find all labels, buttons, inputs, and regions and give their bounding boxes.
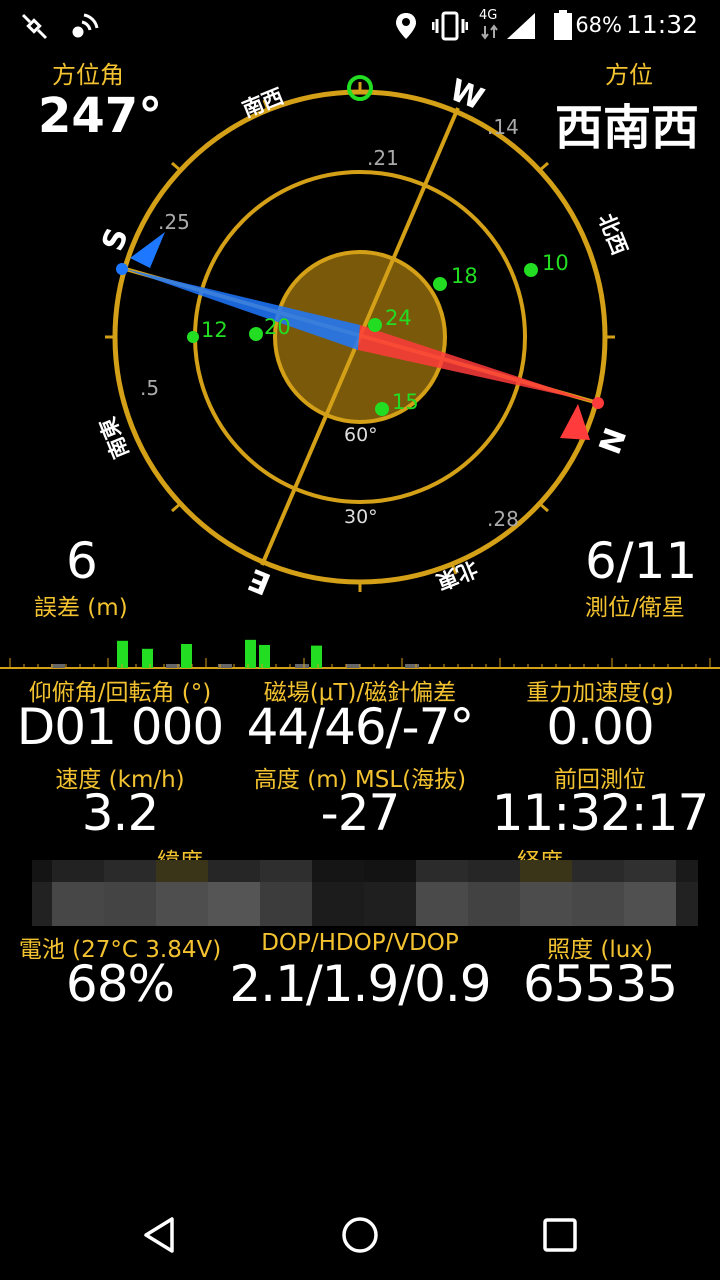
intercardinal-nw: 北西 — [594, 210, 632, 258]
north-arrowhead — [560, 404, 590, 440]
satellite-icon — [21, 13, 48, 40]
metric-value-speed: 3.2 — [81, 784, 160, 842]
satellite-dot — [433, 277, 447, 291]
metric-value-battery: 68% — [65, 955, 175, 1013]
satellite-id: 24 — [385, 306, 412, 330]
satellite-id: 10 — [542, 251, 569, 275]
satellite-20[interactable]: 20 — [249, 315, 291, 341]
fix-label: 測位/衛星 — [585, 595, 685, 621]
signal-bar-empty — [295, 664, 309, 668]
satellite-id: 20 — [264, 315, 291, 339]
accuracy-label: 誤差 (m) — [34, 595, 128, 621]
recents-button-icon[interactable] — [542, 1217, 578, 1253]
bearing-marker: .5 — [140, 376, 159, 400]
metric-value-magnetic: 44/46/-7° — [246, 698, 475, 756]
gps-signal-icon — [72, 13, 99, 38]
bearing-marker: .25 — [158, 210, 190, 234]
metric-value-orientation: D01 000 — [16, 698, 224, 756]
satellite-12[interactable]: 12 — [187, 318, 228, 343]
signal-bar — [142, 648, 153, 668]
metric-value-gravity: 0.00 — [546, 698, 654, 756]
satellite-dot — [524, 263, 538, 277]
intercardinal-sw: 南西 — [239, 84, 287, 122]
satellite-dot — [249, 327, 263, 341]
satellite-10[interactable]: 10 — [524, 251, 569, 277]
south-dot — [116, 263, 128, 275]
data-arrows-icon — [481, 24, 498, 40]
metric-value-altitude: -27 — [320, 784, 401, 842]
location-pin-icon — [396, 13, 416, 39]
fix-value: 6/11 — [585, 532, 698, 590]
signal-bar — [311, 645, 322, 668]
satellite-18[interactable]: 18 — [433, 264, 478, 291]
battery-icon — [554, 10, 572, 40]
satellite-dot — [375, 402, 389, 416]
satellite-dot — [187, 331, 199, 343]
north-dot — [592, 397, 604, 409]
vibrate-icon — [432, 11, 468, 41]
bearing-marker: .21 — [367, 146, 399, 170]
accuracy-value: 6 — [66, 532, 98, 590]
back-button-icon[interactable] — [140, 1215, 180, 1255]
signal-bar-empty — [405, 664, 419, 668]
signal-bar-empty — [51, 664, 65, 668]
elevation-label-30: 30° — [344, 506, 378, 528]
cardinal-s: S — [96, 223, 136, 255]
elevation-label-60: 60° — [344, 424, 378, 446]
signal-bar — [181, 644, 192, 668]
battery-percent: 68% — [575, 13, 622, 37]
satellite-id: 18 — [451, 264, 478, 288]
signal-bar-empty — [346, 664, 360, 668]
satellite-id: 15 — [392, 390, 419, 414]
metric-value-dop: 2.1/1.9/0.9 — [229, 955, 491, 1013]
navigation-bar — [0, 1184, 720, 1280]
signal-bar — [259, 644, 270, 668]
network-type: 4G — [479, 8, 498, 23]
metric-label-dop: DOP/HDOP/VDOP — [261, 930, 459, 956]
signal-strength-chart — [0, 639, 720, 669]
coordinates-redacted — [32, 860, 698, 926]
metric-value-illuminance: 65535 — [522, 955, 678, 1013]
bearing-marker: .14 — [487, 115, 519, 139]
signal-bar — [245, 639, 256, 668]
cardinal-e: E — [244, 561, 276, 601]
cardinal-n: N — [590, 422, 631, 458]
satellite-dot — [368, 318, 382, 332]
bearing-marker: .28 — [487, 507, 519, 531]
status-bar: 4G 68% 11:32 — [0, 0, 720, 52]
clock: 11:32 — [625, 10, 698, 39]
home-button-icon[interactable] — [340, 1215, 380, 1255]
metric-value-last-fix: 11:32:17 — [491, 784, 710, 842]
cell-signal-icon — [507, 13, 535, 39]
signal-bar — [117, 640, 128, 668]
satellite-id: 12 — [201, 318, 228, 342]
